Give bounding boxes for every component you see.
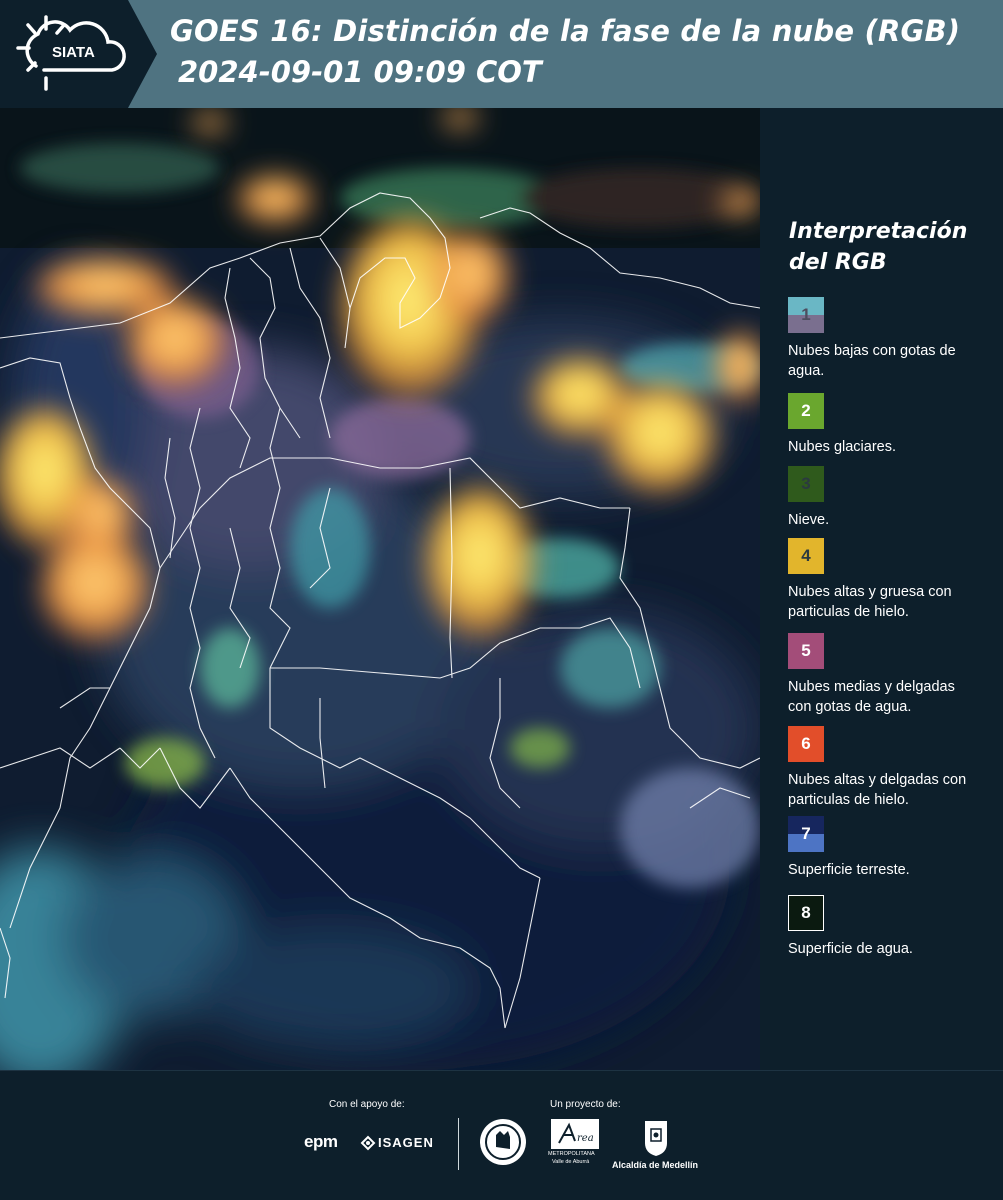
footer-divider: [458, 1118, 459, 1170]
legend-number: 6: [801, 734, 811, 753]
alcaldia-logo: Alcaldía de Medellín: [612, 1160, 699, 1170]
legend-item-3: 3 Nieve.: [788, 466, 1003, 530]
page-timestamp: 2024-09-01 09:09 COT: [178, 55, 542, 89]
legend-swatch: 8: [788, 895, 824, 931]
footer: Con el apoyo de: Un proyecto de: epm ISA…: [0, 1070, 1003, 1200]
support-caption: Con el apoyo de:: [329, 1099, 405, 1110]
legend-title: Interpretación del RGB: [789, 219, 968, 275]
header-chevron: [128, 0, 157, 108]
legend-label: Superficie terreste.: [788, 862, 910, 878]
legend-number: 7: [801, 824, 811, 843]
legend-label: Nieve.: [788, 512, 830, 528]
legend-swatch: 1: [788, 297, 824, 333]
legend-number: 8: [801, 903, 811, 922]
page-title: GOES 16: Distinción de la fase de la nub…: [170, 14, 961, 48]
legend-number: 3: [801, 474, 811, 493]
legend-label: Nubes altas y delgadas con particulas de…: [788, 772, 967, 808]
legend-swatch: 6: [788, 726, 824, 762]
isagen-logo: ISAGEN: [378, 1135, 434, 1150]
legend-label: Nubes bajas con gotas de agua.: [788, 343, 956, 379]
legend-number: 1: [801, 305, 811, 324]
legend-number: 5: [801, 641, 811, 660]
legend-swatch: 5: [788, 633, 824, 669]
area-metropolitana-line1: METROPOLITANA: [548, 1151, 595, 1157]
legend-label: Nubes medias y delgadas con gotas de agu…: [788, 679, 955, 715]
legend-swatch: 2: [788, 393, 824, 429]
project-caption: Un proyecto de:: [550, 1099, 621, 1110]
legend-item-6: 6 Nubes altas y delgadas con particulas d…: [788, 726, 1003, 810]
legend-item-5: 5 Nubes medias y delgadas con gotas de ag…: [788, 633, 1003, 717]
svg-text:rea: rea: [577, 1133, 594, 1144]
legend-swatch: 7: [788, 816, 824, 852]
legend-item-1: 1 Nubes bajas con gotas de agua.: [788, 297, 1003, 381]
legend-item-4: 4 Nubes altas y gruesa con particulas de …: [788, 538, 1003, 622]
area-metropolitana-icon: rea: [551, 1119, 599, 1149]
legend-item-8: 8 Superficie de agua.: [788, 895, 1003, 959]
area-metropolitana-line2: Valle de Aburrá: [552, 1159, 590, 1165]
legend-swatch: 3: [788, 466, 824, 502]
legend-panel: Interpretación del RGB 1 Nubes bajas con …: [760, 108, 1003, 1070]
satellite-map[interactable]: [0, 108, 760, 1070]
satellite-image: [0, 108, 760, 1070]
legend-swatch: 4: [788, 538, 824, 574]
siata-seal-icon: [480, 1119, 526, 1165]
isagen-icon: [360, 1135, 376, 1151]
medellin-shield-icon: [645, 1121, 667, 1156]
legend-item-7: 7 Superficie terreste.: [788, 816, 1003, 880]
header-bar: SIATA GOES 16: Distinción de la fase de …: [0, 0, 1003, 108]
legend-item-2: 2 Nubes glaciares.: [788, 393, 1003, 457]
epm-logo: epm: [304, 1132, 338, 1151]
legend-label: Nubes glaciares.: [788, 439, 896, 455]
legend-label: Superficie de agua.: [788, 941, 913, 957]
legend-number: 2: [801, 401, 811, 420]
legend-number: 4: [801, 546, 811, 565]
legend-label: Nubes altas y gruesa con particulas de h…: [788, 584, 952, 620]
